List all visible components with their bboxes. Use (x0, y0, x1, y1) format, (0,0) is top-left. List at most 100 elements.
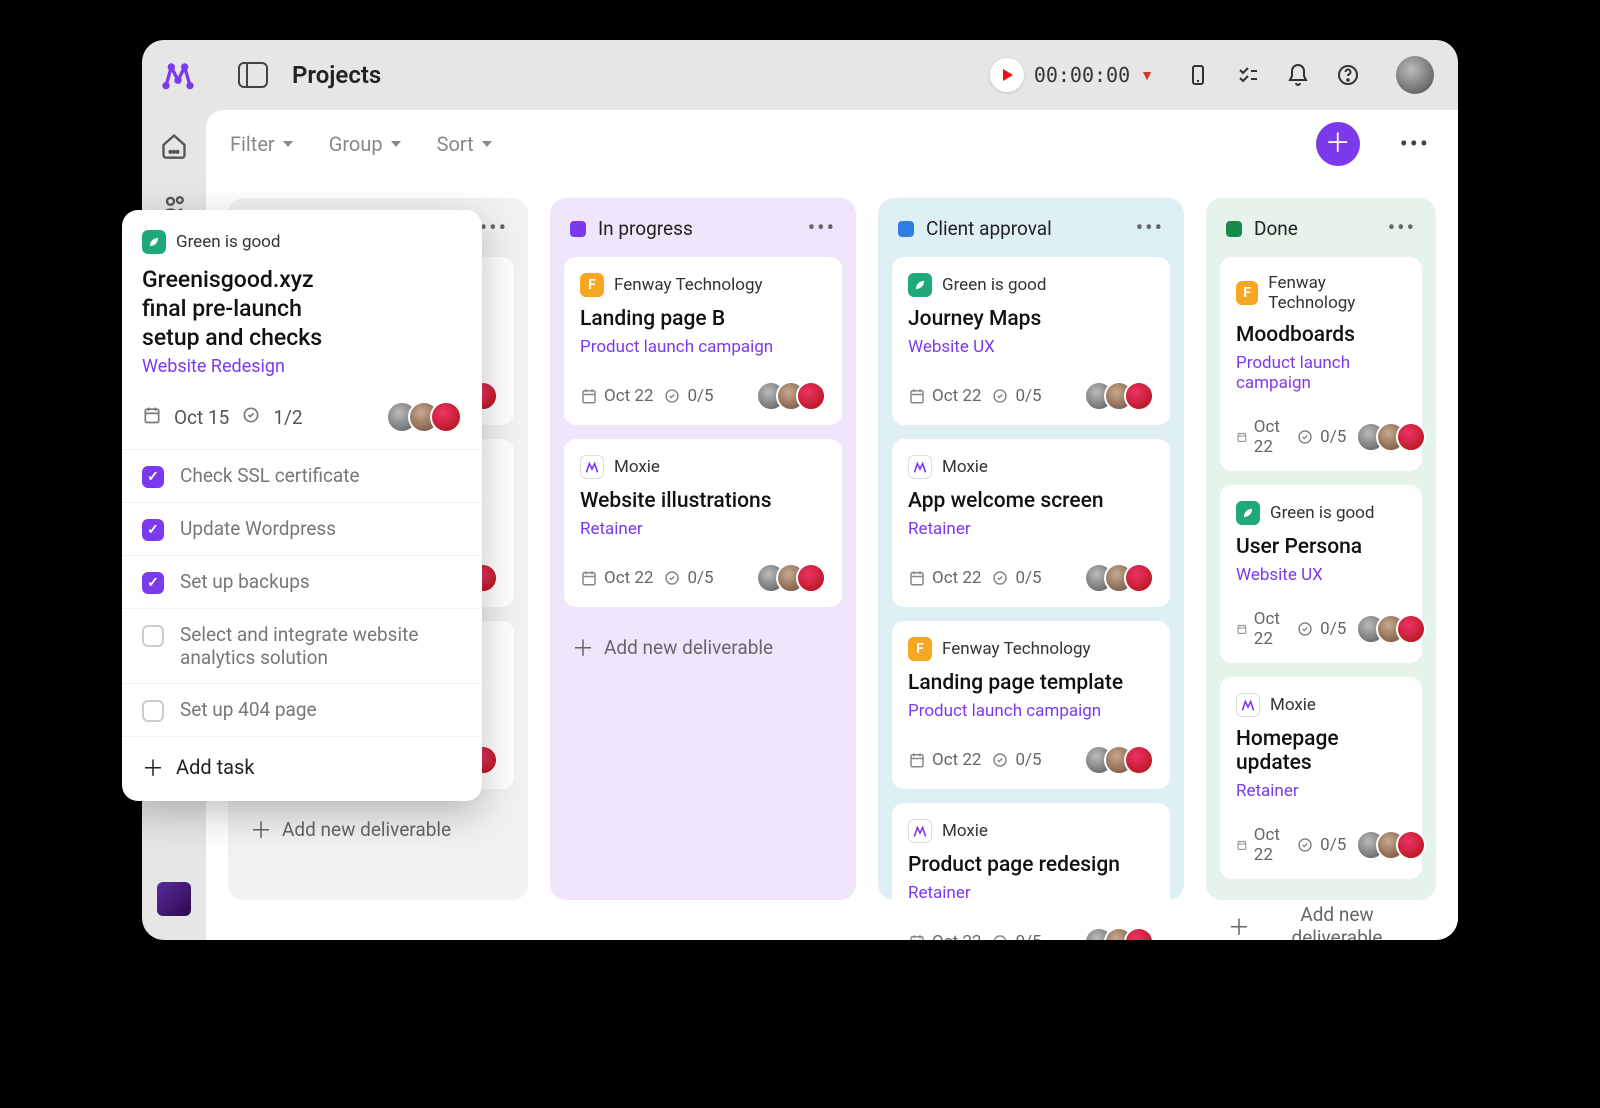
column-header: Done ••• (1220, 212, 1422, 243)
client-icon: F (1236, 281, 1258, 305)
popover-task-list: Check SSL certificate Update Wordpress Set… (122, 449, 482, 737)
deliverable-card[interactable]: Moxie Homepage updates Retainer Oct 22 0… (1220, 677, 1422, 879)
card-assignees[interactable] (1084, 745, 1154, 775)
deliverable-card[interactable]: Green is good User Persona Website UX Oc… (1220, 485, 1422, 663)
column-more-icon[interactable]: ••• (1388, 216, 1416, 241)
deliverable-card[interactable]: Moxie App welcome screen Retainer Oct 22… (892, 439, 1170, 607)
card-client: Moxie (580, 455, 826, 479)
moxie-icon (1236, 693, 1260, 717)
timer-display: 00:00:00 (1034, 63, 1130, 87)
card-date: Oct 22 (908, 386, 981, 406)
card-assignees[interactable] (756, 563, 826, 593)
card-date: Oct 22 (1236, 417, 1286, 457)
deliverable-card[interactable]: Moxie Website illustrations Retainer Oct… (564, 439, 842, 607)
column-more-icon[interactable]: ••• (1136, 216, 1164, 241)
panel-toggle-icon[interactable] (238, 62, 268, 88)
column-status-dot (570, 221, 586, 237)
column-status-dot (898, 221, 914, 237)
subtask-label: Select and integrate website analytics s… (180, 623, 462, 669)
card-assignees[interactable] (1356, 830, 1426, 860)
card-assignees[interactable] (1084, 381, 1154, 411)
checkbox[interactable] (142, 625, 164, 647)
board-more-icon[interactable]: ••• (1396, 130, 1434, 158)
add-deliverable-button[interactable]: ＋Add new deliverable (564, 621, 842, 667)
group-dropdown[interactable]: Group (329, 132, 401, 156)
popover-assignees[interactable] (396, 401, 462, 433)
moxie-icon (908, 819, 932, 843)
column-title: Client approval (926, 217, 1052, 240)
subtask-label: Check SSL certificate (180, 464, 360, 487)
nav-home-icon[interactable] (156, 130, 192, 166)
card-assignees[interactable] (1356, 614, 1426, 644)
timer-play-button[interactable] (990, 58, 1024, 92)
card-project[interactable]: Product launch campaign (908, 701, 1154, 721)
mobile-icon[interactable] (1186, 60, 1210, 90)
checkbox[interactable] (142, 700, 164, 722)
card-title: User Persona (1236, 535, 1406, 559)
card-client: Moxie (1236, 693, 1406, 717)
column-approval: Client approval ••• Green is good Journe… (878, 198, 1184, 900)
card-progress: 0/5 (991, 932, 1041, 940)
checkbox[interactable] (142, 572, 164, 594)
card-progress: 0/5 (1296, 427, 1346, 447)
deliverable-card[interactable]: Moxie Product page redesign Retainer Oct… (892, 803, 1170, 940)
card-title: App welcome screen (908, 489, 1154, 513)
moxie-icon (580, 455, 604, 479)
deliverable-card[interactable]: FFenway Technology Moodboards Product la… (1220, 257, 1422, 471)
card-assignees[interactable] (1084, 927, 1154, 940)
sort-dropdown[interactable]: Sort (437, 132, 492, 156)
deliverable-card[interactable]: FFenway Technology Landing page B Produc… (564, 257, 842, 425)
card-progress: 0/5 (991, 750, 1041, 770)
popover-project[interactable]: Website Redesign (122, 356, 482, 377)
card-client: Green is good (908, 273, 1154, 297)
subtask-row[interactable]: Update Wordpress (122, 503, 482, 556)
filter-dropdown[interactable]: Filter (230, 132, 293, 156)
deliverable-card[interactable]: Green is good Journey Maps Website UX Oc… (892, 257, 1170, 425)
card-assignees[interactable] (1084, 563, 1154, 593)
checkbox[interactable] (142, 519, 164, 541)
card-title: Website illustrations (580, 489, 826, 513)
card-project[interactable]: Product launch campaign (1236, 353, 1406, 393)
subtask-label: Set up 404 page (180, 698, 317, 721)
card-assignees[interactable] (756, 381, 826, 411)
deliverable-card[interactable]: FFenway Technology Landing page template… (892, 621, 1170, 789)
timer-dropdown[interactable]: ▼ (1140, 67, 1154, 84)
app-logo[interactable] (158, 55, 198, 95)
card-project[interactable]: Website UX (908, 337, 1154, 357)
add-button[interactable]: ＋ (1316, 122, 1360, 166)
column-more-icon[interactable]: ••• (480, 216, 508, 241)
card-project[interactable]: Retainer (908, 883, 1154, 903)
subtask-row[interactable]: Set up 404 page (122, 684, 482, 737)
subtask-row[interactable]: Select and integrate website analytics s… (122, 609, 482, 684)
checkbox[interactable] (142, 466, 164, 488)
timer: 00:00:00 ▼ (990, 58, 1154, 92)
card-project[interactable]: Website UX (1236, 565, 1406, 585)
subtask-label: Update Wordpress (180, 517, 336, 540)
card-project[interactable]: Retainer (1236, 781, 1406, 801)
popover-progress: 1/2 (273, 406, 302, 429)
card-project[interactable]: Retainer (580, 519, 826, 539)
add-task-button[interactable]: ＋Add task (122, 737, 482, 801)
nav-workspace-tile[interactable] (157, 882, 191, 916)
card-progress: 0/5 (1296, 619, 1346, 639)
card-project[interactable]: Retainer (908, 519, 1154, 539)
card-project[interactable]: Product launch campaign (580, 337, 826, 357)
card-title: Landing page template (908, 671, 1154, 695)
subtask-row[interactable]: Check SSL certificate (122, 450, 482, 503)
progress-icon (241, 405, 261, 430)
column-more-icon[interactable]: ••• (808, 216, 836, 241)
column-title: In progress (598, 217, 693, 240)
add-deliverable-button[interactable]: ＋Add new deliverable (1220, 893, 1422, 940)
add-deliverable-button[interactable]: ＋Add new deliverable (242, 803, 514, 849)
help-icon[interactable] (1336, 60, 1360, 90)
tasks-icon[interactable] (1236, 60, 1260, 90)
popover-client: Green is good (122, 230, 482, 254)
column-title: Done (1254, 217, 1298, 240)
card-client: FFenway Technology (580, 273, 826, 297)
plus-icon: ＋ (250, 813, 272, 845)
column-done: Done ••• FFenway Technology Moodboards P… (1206, 198, 1436, 900)
card-assignees[interactable] (1356, 422, 1426, 452)
notifications-icon[interactable] (1286, 60, 1310, 90)
subtask-row[interactable]: Set up backups (122, 556, 482, 609)
current-user-avatar[interactable] (1396, 56, 1434, 94)
